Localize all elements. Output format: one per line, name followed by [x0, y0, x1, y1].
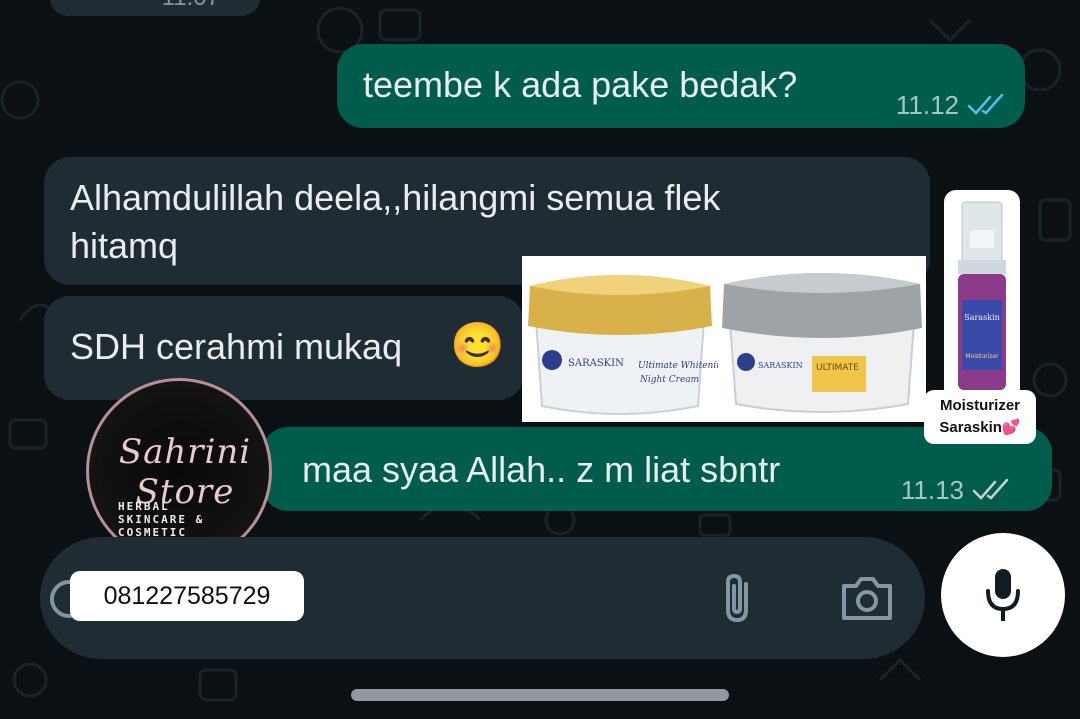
previous-message-bubble: 11.07 — [50, 0, 260, 16]
product-brand: SARASKIN — [758, 361, 803, 370]
message-time: 11.07 — [162, 0, 220, 12]
read-receipt-icon — [967, 94, 1007, 116]
message-text: teembe k ada pake bedak? — [363, 64, 798, 105]
tagline-line: SKINCARE & — [118, 513, 205, 526]
moisturizer-bottle-image: Saraskin Moisturizer — [944, 190, 1020, 400]
bottle-name: Moisturizer — [965, 353, 999, 360]
message-text: maa syaa Allah.. z m liat sbntr — [302, 449, 781, 490]
home-indicator[interactable] — [351, 689, 729, 701]
outgoing-message[interactable]: teembe k ada pake bedak? 11.12 — [337, 44, 1025, 128]
mic-icon — [983, 567, 1023, 630]
badge-line2: Saraskin — [939, 419, 1002, 436]
store-logo-tagline: HERBAL SKINCARE & COSMETIC — [118, 500, 258, 539]
delivered-receipt-icon — [972, 479, 1012, 501]
product-sub: Night Cream — [639, 375, 699, 385]
ultimate-cream-jar-image: ULTIMATE SARASKIN — [718, 256, 926, 422]
product-brand: SARASKIN — [568, 358, 624, 369]
message-time: 11.13 — [900, 475, 964, 505]
attach-icon[interactable] — [716, 570, 760, 631]
message-meta: 11.12 — [896, 82, 1007, 128]
phone-number-overlay: 081227585729 — [70, 571, 304, 621]
voice-message-button[interactable] — [941, 533, 1065, 657]
incoming-message[interactable]: SDH cerahmi mukaq 😊 — [44, 296, 524, 400]
moisturizer-badge: Moisturizer Saraskin💕 — [924, 390, 1036, 444]
night-cream-jar-image: SARASKIN Ultimate Whitening Night Cream — [522, 256, 718, 422]
message-meta: 11.13 — [901, 467, 1012, 513]
product-name: ULTIMATE — [816, 363, 859, 373]
tagline-line: HERBAL — [118, 500, 170, 513]
product-name: Ultimate Whitening — [638, 361, 718, 371]
camera-icon[interactable] — [838, 574, 896, 627]
bottle-brand: Saraskin — [964, 313, 1000, 322]
smiling-emoji: 😊 — [450, 321, 505, 370]
heart-emoji: 💕 — [1001, 419, 1021, 436]
message-text-line1: Alhamdulillah deela,,hilangmi semua flek — [70, 177, 721, 218]
badge-line1: Moisturizer — [939, 397, 1020, 414]
message-time: 11.12 — [895, 90, 959, 120]
message-text: SDH cerahmi mukaq — [70, 326, 403, 367]
message-text-line2: hitamq — [70, 225, 179, 266]
